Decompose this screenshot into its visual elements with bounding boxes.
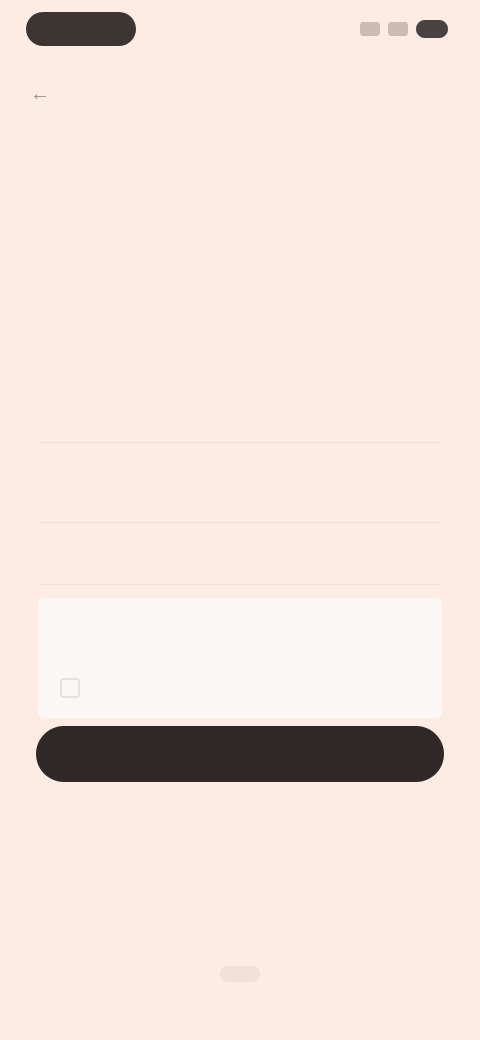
consent-checkbox[interactable] [60, 678, 80, 698]
navigation-handle[interactable] [220, 966, 260, 982]
status-bar [0, 0, 480, 64]
status-time [26, 12, 136, 46]
wifi-icon [388, 22, 408, 36]
form-field-2[interactable] [40, 476, 440, 523]
battery-icon [416, 20, 448, 38]
form-field-1[interactable] [40, 396, 440, 443]
form-field-3[interactable] [40, 544, 440, 585]
primary-button[interactable] [36, 726, 444, 782]
signal-icon [360, 22, 380, 36]
back-button[interactable]: ← [22, 80, 58, 108]
consent-card [38, 598, 442, 718]
status-icons [360, 20, 448, 38]
arrow-left-icon: ← [30, 83, 50, 105]
